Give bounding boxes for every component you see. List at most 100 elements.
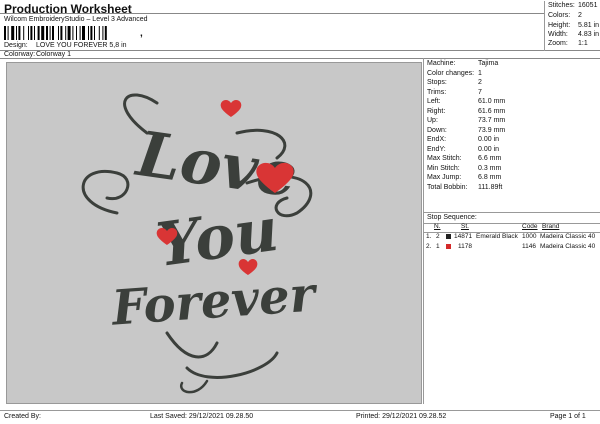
info-value: 73.7 mm [478, 117, 506, 124]
machine-info-row: Left: 61.0 mm [427, 98, 597, 105]
info-label: Min Stitch: [427, 164, 460, 172]
header-divider-1 [0, 50, 600, 51]
col-n: N. [434, 223, 441, 230]
barcode-bar [4, 26, 6, 40]
info-value: 61.6 mm [478, 107, 506, 115]
stop-table-headers: N. St. Code Brand [424, 223, 600, 233]
info-value: 111.89ft [478, 183, 503, 191]
table-row: 2. 1 1178 1146 Madeira Classic 40 [424, 243, 600, 252]
stat-colors: Colors: 2 [548, 12, 582, 19]
barcode-bar [94, 26, 95, 40]
info-value: Tajima [478, 60, 499, 67]
info-label: Down: [427, 126, 447, 134]
stat-height: Height: 5.81 in [548, 22, 600, 29]
row-stitches: 1178 [458, 243, 472, 250]
barcode-bar [16, 26, 17, 40]
barcode-bar [65, 26, 67, 40]
barcode-bar [7, 26, 9, 40]
info-value: 61.0 mm [478, 98, 506, 105]
row-needle: 2 [436, 233, 440, 240]
barcode-bar [46, 26, 48, 40]
machine-info-row: Color changes: 1 [427, 70, 597, 77]
barcode-bar [102, 26, 104, 40]
barcode-bar [72, 26, 74, 40]
info-value: 2 [478, 79, 482, 86]
info-value: 0.3 mm [478, 164, 502, 172]
printed-date: Printed: 29/12/2021 09.28.52 [356, 413, 447, 420]
barcode-bar [88, 26, 89, 40]
machine-info-row: Machine: Tajima [427, 60, 597, 67]
stat-width: Width: 4.83 in [548, 31, 600, 38]
colorway-value: Colorway 1 [36, 51, 72, 58]
barcode-bar [11, 26, 15, 40]
row-color-name: Emerald Black [476, 233, 518, 240]
barcode-bar [52, 26, 54, 40]
barcode-bar [37, 26, 40, 40]
info-label: Color changes: [427, 69, 475, 77]
table-row: 1. 2 14871 Emerald Black 1000 Madeira Cl… [424, 233, 600, 242]
embroidery-artwork: Love You Forever [81, 93, 320, 394]
software-name: Wilcom EmbroideryStudio – Level 3 Advanc… [4, 16, 148, 23]
color-swatch [446, 244, 451, 249]
info-label: Up: [427, 117, 438, 124]
info-label: Max Jump: [427, 174, 462, 181]
title-divider [0, 13, 544, 14]
barcode-bar [58, 26, 59, 40]
last-saved: Last Saved: 29/12/2021 09.28.50 [150, 413, 254, 420]
barcode-bar [76, 26, 77, 40]
info-label: Trims: [427, 88, 447, 96]
row-needle: 1 [436, 243, 440, 250]
machine-info-row: Total Bobbin: 111.89ft [427, 184, 597, 191]
barcode-bar [34, 26, 35, 40]
info-label: EndX: [427, 136, 447, 143]
info-value: 0.00 in [478, 145, 500, 153]
design-stats: Stitches: 16051 Colors: 2 Height: 5.81 in W… [544, 1, 600, 51]
barcode-bar [98, 26, 100, 40]
barcode-bar [41, 26, 45, 40]
color-swatch [446, 234, 451, 239]
info-label: EndY: [427, 145, 446, 153]
info-label: Right: [427, 107, 446, 115]
info-label: Max Stitch: [427, 155, 462, 162]
info-value: 6.6 mm [478, 155, 502, 162]
machine-info-row: Trims: 7 [427, 89, 597, 96]
barcode-suffix: , [140, 28, 143, 39]
barcode-bar [90, 26, 93, 40]
created-by: Created By: [4, 413, 41, 420]
worksheet-footer: Created By: Last Saved: 29/12/2021 09.28… [0, 410, 600, 424]
design-preview: Love You Forever [6, 62, 422, 404]
info-label: Stops: [427, 79, 447, 86]
barcode-bar [30, 26, 33, 40]
machine-info-row: EndY: 0.00 in [427, 146, 597, 153]
machine-info-row: Max Jump: 6.8 mm [427, 174, 597, 181]
barcode-bar [104, 26, 107, 40]
row-stitches: 14871 [454, 233, 473, 240]
info-value: 73.9 mm [478, 126, 506, 134]
info-label: Left: [427, 98, 441, 105]
machine-info-row: Min Stitch: 0.3 mm [427, 165, 597, 172]
info-label: Machine: [427, 60, 456, 67]
machine-info-row: EndX: 0.00 in [427, 136, 597, 143]
machine-info-row: Down: 73.9 mm [427, 127, 597, 134]
word-love: Love [131, 117, 302, 212]
machine-info-row: Stops: 2 [427, 79, 597, 86]
machine-info-row: Right: 61.6 mm [427, 108, 597, 115]
info-value: 7 [478, 88, 482, 96]
design-value: LOVE YOU FOREVER 5,8 in [36, 42, 127, 49]
heart-icon [220, 100, 242, 117]
barcode-bar [28, 26, 29, 40]
barcode [4, 26, 107, 40]
col-brand: Brand [542, 223, 560, 230]
machine-info-row: Up: 73.7 mm [427, 117, 597, 124]
page-number: Page 1 of 1 [550, 413, 586, 420]
colorway-label: Colorway: [4, 51, 36, 58]
info-label: Total Bobbin: [427, 183, 468, 191]
info-value: 0.00 in [478, 136, 500, 143]
row-index: 2. [426, 243, 432, 250]
info-value: 6.8 mm [478, 174, 502, 181]
row-code: 1000 [522, 233, 537, 240]
row-brand: Madeira Classic 40 [540, 243, 596, 250]
row-brand: Madeira Classic 40 [540, 233, 596, 240]
info-value: 1 [478, 69, 482, 77]
machine-info-panel: Stop Sequence: N. St. Code Brand 1. 2 14… [423, 58, 600, 404]
